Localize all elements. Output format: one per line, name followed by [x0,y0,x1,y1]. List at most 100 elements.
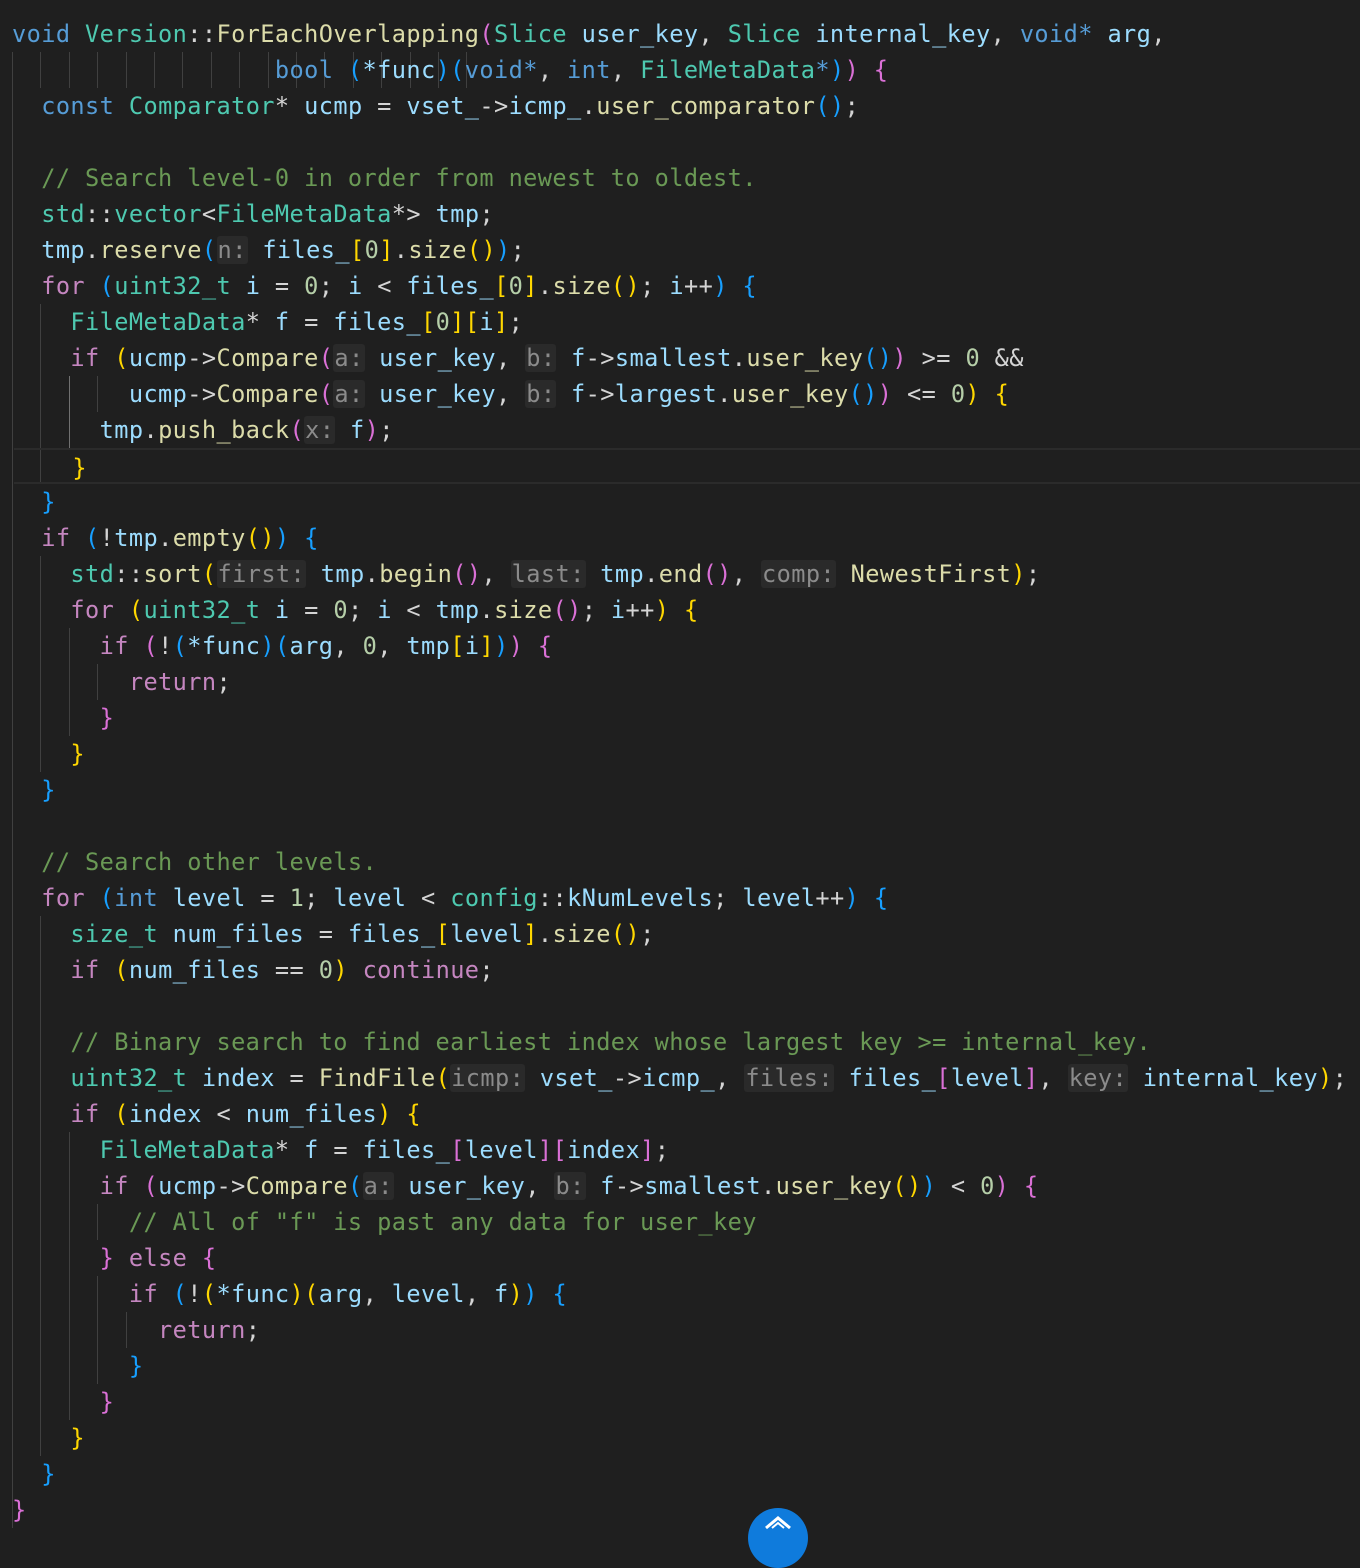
code-line[interactable] [0,124,12,160]
code-line[interactable]: } [0,1456,56,1492]
code-token: uint32_t [143,596,261,624]
code-token: i [669,272,684,300]
code-line[interactable]: ucmp->Compare(a: user_key, b: f->largest… [0,376,1009,412]
code-token: ; [640,920,655,948]
inlay-hint: files: [744,1064,834,1092]
code-token: . [364,560,380,588]
code-line[interactable]: } else { [0,1240,217,1276]
code-line[interactable]: if (ucmp->Compare(a: user_key, b: f->sma… [0,1168,1039,1204]
code-token: ; [844,92,860,120]
scroll-to-top-button[interactable] [748,1508,808,1568]
code-token: ) [508,632,524,660]
code-token: ( [201,560,217,588]
code-line[interactable]: void Version::ForEachOverlapping(Slice u… [0,16,1166,52]
code-line[interactable]: if (!(*func)(arg, level, f)) { [0,1276,567,1312]
code-token: size [552,272,611,300]
code-token: = [289,308,334,336]
code-token: Comparator [128,92,275,120]
code-token: } [70,740,86,768]
code-editor[interactable]: void Version::ForEachOverlapping(Slice u… [0,0,1360,1532]
code-token: ( [245,524,261,552]
code-token: std [70,560,115,588]
code-line[interactable]: return; [0,664,231,700]
code-line[interactable]: if (!(*func)(arg, 0, tmp[i])) { [0,628,553,664]
code-line[interactable]: return; [0,1312,260,1348]
code-line[interactable] [0,808,12,844]
code-line[interactable]: // All of "f" is past any data for user_… [0,1204,757,1240]
code-token: ( [143,1172,159,1200]
code-line[interactable]: } [0,772,56,808]
code-token: ) [496,236,511,264]
code-token: tmp [114,524,159,552]
inlay-hint: icmp: [450,1064,526,1092]
code-line[interactable]: for (int level = 1; level < config::kNum… [0,880,888,916]
code-line[interactable]: if (!tmp.empty()) { [0,520,319,556]
code-line[interactable]: for (uint32_t i = 0; i < files_[0].size(… [0,268,757,304]
code-line[interactable]: for (uint32_t i = 0; i < tmp.size(); i++… [0,592,699,628]
code-token: tmp [99,416,144,444]
code-token: } [128,1352,144,1380]
code-line[interactable]: bool (*func)(void*, int, FileMetaData*))… [0,52,888,88]
code-token: ++ [815,884,845,912]
code-line[interactable]: } [0,1420,85,1456]
code-line[interactable]: // Search level-0 in order from newest t… [0,160,757,196]
code-token: ( [815,92,830,120]
code-token: 0 [304,272,319,300]
code-token: . [479,596,495,624]
code-line[interactable] [0,988,12,1024]
code-line[interactable]: if (num_files == 0) continue; [0,952,494,988]
code-token: 1 [289,884,305,912]
code-line[interactable]: } [0,1348,143,1384]
code-line[interactable]: } [0,484,56,520]
code-line[interactable]: const Comparator* ucmp = vset_->icmp_.us… [0,88,859,124]
code-line[interactable]: } [0,700,114,736]
code-token: int [567,56,611,84]
code-line[interactable]: // Search other levels. [0,844,377,880]
code-line[interactable]: } [14,448,1360,484]
code-token: ) [364,416,380,444]
code-token: vset_ [406,92,480,120]
code-line[interactable]: if (index < num_files) { [0,1096,421,1132]
code-token: ) [260,632,275,660]
code-token: if [99,632,129,660]
code-line[interactable]: size_t num_files = files_[level].size(); [0,916,655,952]
code-token: for [41,272,86,300]
code-line[interactable]: std::vector<FileMetaData*> tmp; [0,196,494,232]
code-token: > [406,200,436,228]
code-token: = [289,596,334,624]
code-token: kNumLevels [567,884,714,912]
code-line[interactable]: } [0,1492,27,1528]
code-token: ; [1332,1064,1348,1092]
code-line[interactable]: if (ucmp->Compare(a: user_key, b: f->sma… [0,340,1024,376]
code-token: index [201,1064,275,1092]
code-line[interactable]: // Binary search to find earliest index … [0,1024,1151,1060]
code-token: = [304,920,348,948]
code-token: [ [936,1064,951,1092]
code-line[interactable]: FileMetaData* f = files_[0][i]; [0,304,523,340]
code-line[interactable]: FileMetaData* f = files_[level][index]; [0,1132,669,1168]
code-line[interactable]: tmp.push_back(x: f); [0,412,394,448]
code-token: ) [844,884,860,912]
code-line[interactable]: } [0,736,85,772]
code-line[interactable]: tmp.reserve(n: files_[0].size()); [0,232,525,268]
code-token: = [362,92,407,120]
code-line[interactable]: } [0,1384,114,1420]
code-token: ucmp [128,380,188,408]
code-line[interactable]: uint32_t index = FindFile(icmp: vset_->i… [0,1060,1347,1096]
code-token: 0 [364,236,380,264]
code-token: { [873,884,889,912]
code-line[interactable]: std::sort(first: tmp.begin(), last: tmp.… [0,556,1041,592]
